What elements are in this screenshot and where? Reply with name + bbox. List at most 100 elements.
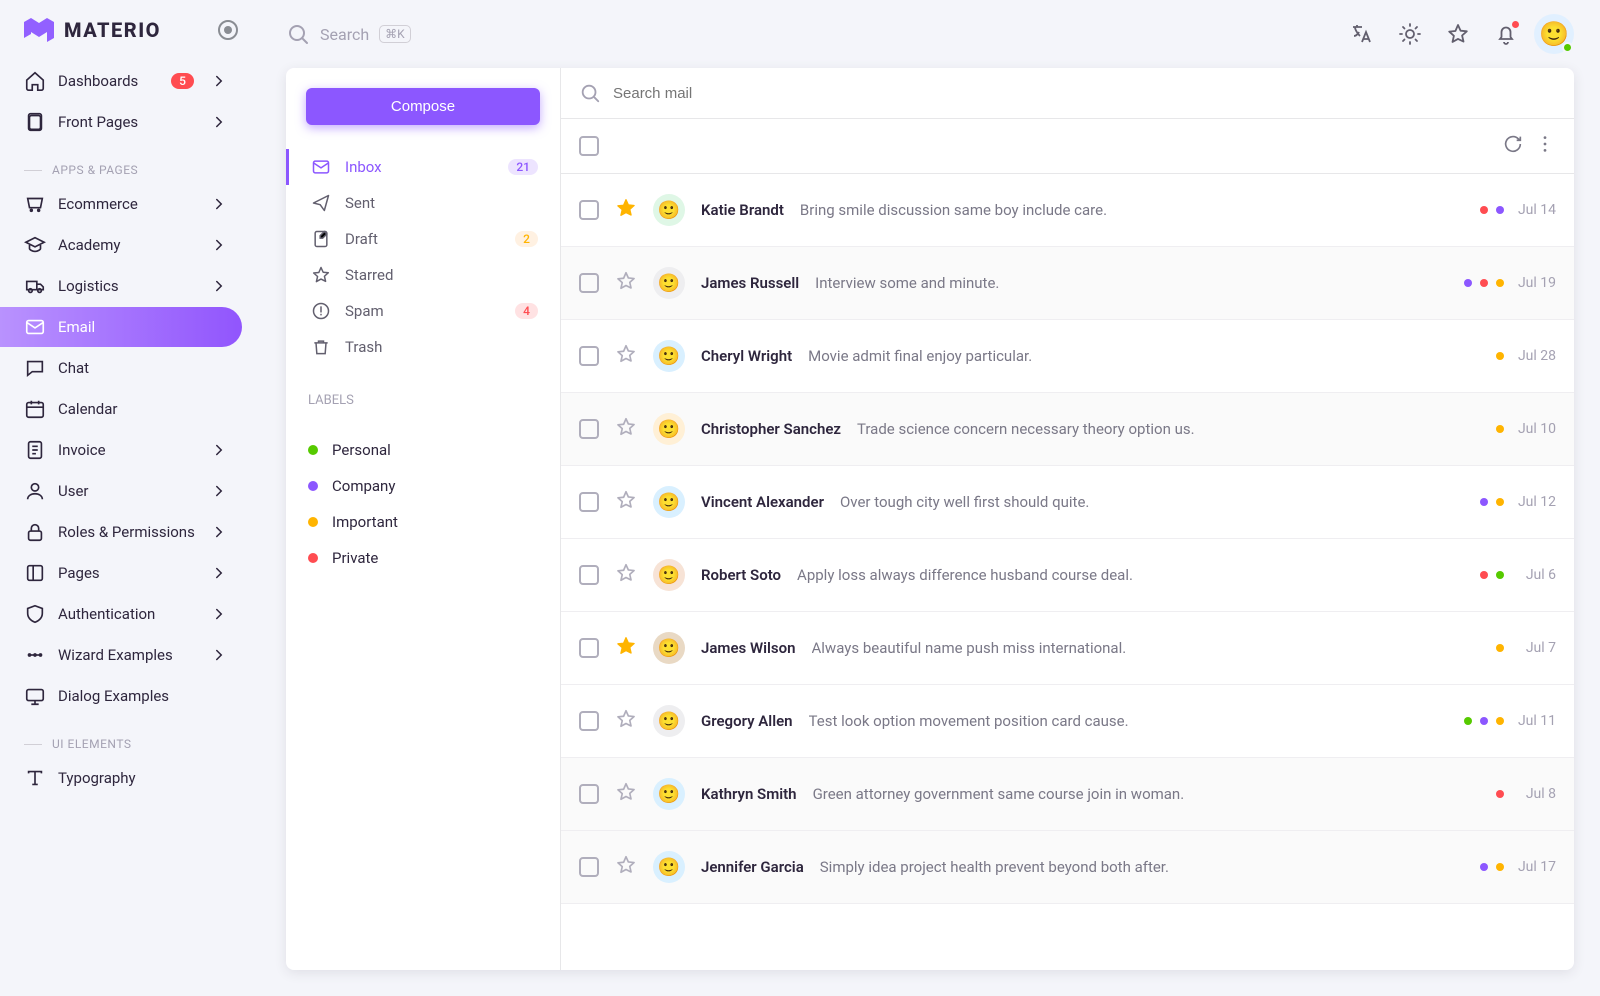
row-checkbox[interactable] bbox=[579, 419, 599, 439]
labels-heading: LABELS bbox=[306, 393, 540, 408]
folder-sent[interactable]: Sent bbox=[286, 185, 540, 221]
label-private[interactable]: Private bbox=[306, 540, 540, 576]
app-sidebar: MATERIO Dashboards 5 Front Pages APPS & … bbox=[0, 0, 260, 996]
mail-row[interactable]: 🙂 Gregory Allen Test look option movemen… bbox=[561, 685, 1574, 758]
cap-icon bbox=[24, 234, 46, 256]
nav-item-ecommerce[interactable]: Ecommerce bbox=[0, 184, 242, 224]
mail-list-header bbox=[561, 119, 1574, 174]
mail-row[interactable]: 🙂 Cheryl Wright Movie admit final enjoy … bbox=[561, 320, 1574, 393]
mail-date: Jul 10 bbox=[1512, 421, 1556, 437]
chevron-right-icon bbox=[210, 562, 228, 584]
notifications-button[interactable] bbox=[1486, 14, 1526, 54]
compose-button[interactable]: Compose bbox=[306, 88, 540, 125]
row-checkbox[interactable] bbox=[579, 565, 599, 585]
nav-item-chat[interactable]: Chat bbox=[0, 348, 242, 388]
brand[interactable]: MATERIO bbox=[0, 0, 260, 60]
theme-button[interactable] bbox=[1390, 14, 1430, 54]
star-toggle[interactable] bbox=[615, 562, 637, 588]
folder-trash[interactable]: Trash bbox=[286, 329, 540, 365]
star-icon bbox=[615, 708, 637, 730]
nav-item-roles-permissions[interactable]: Roles & Permissions bbox=[0, 512, 242, 552]
nav-section-label: APPS & PAGES bbox=[52, 163, 138, 177]
mail-row[interactable]: 🙂 James Wilson Always beautiful name pus… bbox=[561, 612, 1574, 685]
nav-item-dialog-examples[interactable]: Dialog Examples bbox=[0, 676, 242, 716]
nav-item-label: Dashboards bbox=[58, 72, 138, 90]
folder-label: Starred bbox=[345, 266, 393, 284]
row-checkbox[interactable] bbox=[579, 492, 599, 512]
chevron-right-icon bbox=[210, 480, 228, 502]
row-checkbox[interactable] bbox=[579, 638, 599, 658]
row-checkbox[interactable] bbox=[579, 711, 599, 731]
mail-row[interactable]: 🙂 Jennifer Garcia Simply idea project he… bbox=[561, 831, 1574, 904]
row-checkbox[interactable] bbox=[579, 200, 599, 220]
nav-item-authentication[interactable]: Authentication bbox=[0, 594, 242, 634]
star-toggle[interactable] bbox=[615, 635, 637, 661]
nav-item-label: Wizard Examples bbox=[58, 646, 173, 664]
folder-badge: 21 bbox=[508, 159, 538, 175]
nav-item-logistics[interactable]: Logistics bbox=[0, 266, 242, 306]
chevron-right-icon bbox=[210, 70, 228, 92]
mail-sidebar: Compose Inbox 21 Sent Draft 2 Starred Sp… bbox=[286, 68, 561, 970]
mail-meta: Jul 11 bbox=[1464, 713, 1556, 729]
star-toggle[interactable] bbox=[615, 270, 637, 296]
sender-avatar: 🙂 bbox=[653, 851, 685, 883]
doc-icon bbox=[24, 439, 46, 461]
nav-item-academy[interactable]: Academy bbox=[0, 225, 242, 265]
mail-search[interactable] bbox=[561, 68, 1574, 119]
refresh-button[interactable] bbox=[1502, 133, 1524, 159]
star-toggle[interactable] bbox=[615, 343, 637, 369]
sender-avatar: 🙂 bbox=[653, 778, 685, 810]
mail-row[interactable]: 🙂 Katie Brandt Bring smile discussion sa… bbox=[561, 174, 1574, 247]
mail-meta: Jul 14 bbox=[1480, 202, 1556, 218]
mail-row[interactable]: 🙂 Vincent Alexander Over tough city well… bbox=[561, 466, 1574, 539]
label-personal[interactable]: Personal bbox=[306, 432, 540, 468]
star-toggle[interactable] bbox=[615, 416, 637, 442]
row-checkbox[interactable] bbox=[579, 784, 599, 804]
dots-icon bbox=[24, 644, 46, 666]
nav-item-email[interactable]: Email bbox=[0, 307, 242, 347]
nav-item-user[interactable]: User bbox=[0, 471, 242, 511]
star-toggle[interactable] bbox=[615, 781, 637, 807]
sender-name: Christopher Sanchez bbox=[701, 420, 841, 438]
star-toggle[interactable] bbox=[615, 708, 637, 734]
pin-icon[interactable] bbox=[218, 20, 238, 40]
nav-item-pages[interactable]: Pages bbox=[0, 553, 242, 593]
label-important[interactable]: Important bbox=[306, 504, 540, 540]
sender-avatar: 🙂 bbox=[653, 340, 685, 372]
nav-item-dashboards[interactable]: Dashboards 5 bbox=[0, 61, 242, 101]
mail-row[interactable]: 🙂 Robert Soto Apply loss always differen… bbox=[561, 539, 1574, 612]
star-toggle[interactable] bbox=[615, 197, 637, 223]
screen-icon bbox=[24, 685, 46, 707]
folder-inbox[interactable]: Inbox 21 bbox=[286, 149, 540, 185]
mail-row[interactable]: 🙂 James Russell Interview some and minut… bbox=[561, 247, 1574, 320]
mail-date: Jul 14 bbox=[1512, 202, 1556, 218]
nav-item-invoice[interactable]: Invoice bbox=[0, 430, 242, 470]
folder-starred[interactable]: Starred bbox=[286, 257, 540, 293]
star-toggle[interactable] bbox=[615, 854, 637, 880]
mail-search-input[interactable] bbox=[613, 85, 1556, 102]
nav-item-calendar[interactable]: Calendar bbox=[0, 389, 242, 429]
chevron-right-icon bbox=[210, 603, 228, 625]
user-avatar[interactable]: 🙂 bbox=[1534, 14, 1574, 54]
folder-draft[interactable]: Draft 2 bbox=[286, 221, 540, 257]
language-button[interactable] bbox=[1342, 14, 1382, 54]
row-checkbox[interactable] bbox=[579, 346, 599, 366]
nav-item-label: Ecommerce bbox=[58, 195, 138, 213]
nav-item-typography[interactable]: Typography bbox=[0, 758, 242, 798]
mail-row[interactable]: 🙂 Christopher Sanchez Trade science conc… bbox=[561, 393, 1574, 466]
star-icon bbox=[615, 489, 637, 511]
shortcuts-button[interactable] bbox=[1438, 14, 1478, 54]
mail-row[interactable]: 🙂 Kathryn Smith Green attorney governmen… bbox=[561, 758, 1574, 831]
row-checkbox[interactable] bbox=[579, 273, 599, 293]
nav-item-wizard-examples[interactable]: Wizard Examples bbox=[0, 635, 242, 675]
label-dot bbox=[1496, 863, 1504, 871]
nav-item-label: Authentication bbox=[58, 605, 155, 623]
folder-spam[interactable]: Spam 4 bbox=[286, 293, 540, 329]
select-all-checkbox[interactable] bbox=[579, 136, 599, 156]
row-checkbox[interactable] bbox=[579, 857, 599, 877]
more-button[interactable] bbox=[1534, 133, 1556, 159]
nav-item-front-pages[interactable]: Front Pages bbox=[0, 102, 242, 142]
label-company[interactable]: Company bbox=[306, 468, 540, 504]
global-search[interactable]: Search ⌘K bbox=[286, 22, 411, 46]
star-toggle[interactable] bbox=[615, 489, 637, 515]
